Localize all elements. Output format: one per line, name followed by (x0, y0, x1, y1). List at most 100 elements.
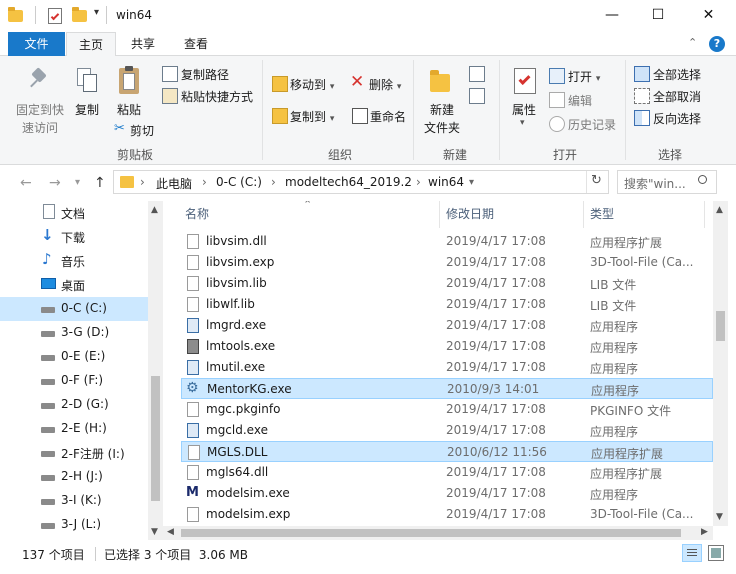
details-view-icon[interactable] (682, 544, 702, 562)
breadcrumb-modeltech[interactable]: modeltech64_2019.2 (285, 175, 412, 189)
scroll-up-icon[interactable]: ▲ (151, 205, 158, 215)
column-header-name[interactable]: 名称 (185, 201, 209, 228)
customize-quick-access-icon[interactable]: ▾ (94, 7, 99, 18)
copy-to-button[interactable]: 复制到 ▾ (290, 108, 334, 125)
scrollbar-thumb[interactable] (716, 311, 725, 341)
breadcrumb-this-pc[interactable]: 此电脑 (156, 175, 192, 192)
tab-home[interactable]: 主页 (66, 32, 116, 57)
tab-view[interactable]: 查看 (170, 32, 222, 56)
scroll-down-icon[interactable]: ▼ (151, 527, 158, 537)
collapse-ribbon-icon[interactable]: ⌃ (688, 36, 697, 49)
nav-item-drive-d[interactable]: 3-G (D:) (0, 321, 150, 345)
easy-access-icon[interactable] (469, 88, 485, 104)
file-row[interactable]: M modelsim.exe 2019/4/17 17:08 应用程序 (181, 483, 713, 504)
column-separator[interactable] (704, 201, 705, 228)
new-folder-quick-icon[interactable] (72, 7, 87, 22)
minimize-button[interactable]: — (589, 0, 635, 32)
scroll-left-icon[interactable]: ◀ (167, 527, 174, 537)
column-separator[interactable] (583, 201, 584, 228)
search-box[interactable]: 搜索"win... (617, 170, 717, 194)
column-header-date[interactable]: 修改日期 (446, 201, 494, 228)
file-row[interactable]: libvsim.dll 2019/4/17 17:08 应用程序扩展 (181, 231, 713, 252)
file-row[interactable]: modelsim.exp 2019/4/17 17:08 3D-Tool-Fil… (181, 504, 713, 525)
nav-item-drive-j[interactable]: 2-H (J:) (0, 465, 150, 489)
properties-quick-icon[interactable] (48, 8, 62, 24)
nav-item-documents[interactable]: 文档 (0, 201, 150, 225)
column-header-type[interactable]: 类型 (590, 201, 614, 228)
breadcrumb-separator[interactable]: › (140, 175, 145, 189)
tab-share[interactable]: 共享 (118, 32, 168, 56)
file-list-horizontal-scrollbar[interactable]: ◀ ▶ (163, 526, 713, 540)
nav-item-desktop[interactable]: 桌面 (0, 273, 150, 297)
properties-button[interactable]: 属性 (512, 101, 536, 118)
search-input[interactable]: 搜索"win... (624, 175, 686, 192)
nav-item-drive-k[interactable]: 3-I (K:) (0, 489, 150, 513)
help-icon[interactable]: ? (709, 36, 725, 52)
search-icon[interactable] (698, 175, 707, 184)
select-all-button[interactable]: 全部选择 (653, 66, 701, 83)
file-row[interactable]: ⚙ MentorKG.exe 2010/9/3 14:01 应用程序 (181, 378, 713, 399)
breadcrumb-win64[interactable]: win64 (428, 175, 464, 189)
nav-item-drive-f[interactable]: 0-F (F:) (0, 369, 150, 393)
file-name: MGLS.DLL (207, 445, 268, 459)
tab-file[interactable]: 文件 (8, 32, 65, 56)
file-row[interactable]: mgcld.exe 2019/4/17 17:08 应用程序 (181, 420, 713, 441)
dropdown-arrow-icon[interactable]: ▾ (520, 118, 525, 128)
edit-button[interactable]: 编辑 (568, 92, 592, 109)
history-button[interactable]: 历史记录 (568, 116, 616, 133)
scrollbar-thumb[interactable] (181, 529, 681, 537)
recent-locations-icon[interactable]: ▾ (75, 177, 80, 188)
paste-shortcut-button[interactable]: 粘贴快捷方式 (181, 88, 253, 105)
select-none-button[interactable]: 全部取消 (653, 88, 701, 105)
column-separator[interactable] (439, 201, 440, 228)
file-row[interactable]: libwlf.lib 2019/4/17 17:08 LIB 文件 (181, 294, 713, 315)
file-list-vertical-scrollbar[interactable]: ▲ ▼ (713, 201, 728, 526)
breadcrumb-separator[interactable]: › (416, 175, 421, 189)
nav-item-downloads[interactable]: ↓ 下载 (0, 225, 150, 249)
move-to-button[interactable]: 移动到 ▾ (290, 76, 334, 93)
breadcrumb-drive-c[interactable]: 0-C (C:) (216, 175, 262, 189)
nav-item-drive-e[interactable]: 0-E (E:) (0, 345, 150, 369)
file-row[interactable]: mgls64.dll 2019/4/17 17:08 应用程序扩展 (181, 462, 713, 483)
scrollbar-thumb[interactable] (151, 376, 160, 501)
file-row[interactable]: MGLS.DLL 2010/6/12 11:56 应用程序扩展 (181, 441, 713, 462)
file-row[interactable]: libvsim.exp 2019/4/17 17:08 3D-Tool-File… (181, 252, 713, 273)
paste-button[interactable]: 粘贴 (117, 101, 141, 118)
invert-selection-button[interactable]: 反向选择 (653, 110, 701, 127)
forward-icon[interactable]: → (49, 175, 61, 191)
large-icons-view-icon[interactable] (708, 545, 724, 561)
scroll-right-icon[interactable]: ▶ (701, 527, 708, 537)
nav-item-drive-c[interactable]: 0-C (C:) (0, 297, 150, 321)
address-history-icon[interactable]: ▾ (469, 177, 474, 188)
copy-button[interactable]: 复制 (75, 101, 99, 118)
file-row[interactable]: lmutil.exe 2019/4/17 17:08 应用程序 (181, 357, 713, 378)
maximize-button[interactable]: ☐ (635, 0, 681, 32)
new-item-icon[interactable] (469, 66, 485, 82)
breadcrumb-separator[interactable]: › (202, 175, 207, 189)
file-row[interactable]: mgc.pkginfo 2019/4/17 17:08 PKGINFO 文件 (181, 399, 713, 420)
nav-item-music[interactable]: ♪ 音乐 (0, 249, 150, 273)
file-row[interactable]: lmgrd.exe 2019/4/17 17:08 应用程序 (181, 315, 713, 336)
cut-button[interactable]: 剪切 (130, 122, 154, 139)
address-bar[interactable]: › 此电脑 › 0-C (C:) › modeltech64_2019.2 › … (113, 170, 609, 194)
delete-button[interactable]: 删除 ▾ (369, 76, 401, 93)
copy-path-button[interactable]: 复制路径 (181, 66, 229, 83)
nav-item-drive-g[interactable]: 2-D (G:) (0, 393, 150, 417)
refresh-icon[interactable]: ↻ (591, 173, 602, 188)
pin-quick-access-button[interactable]: 固定到快 速访问 (12, 101, 68, 137)
rename-button[interactable]: 重命名 (370, 108, 406, 125)
close-button[interactable]: ✕ (681, 0, 736, 32)
scroll-down-icon[interactable]: ▼ (716, 512, 723, 522)
scroll-up-icon[interactable]: ▲ (716, 205, 723, 215)
file-row[interactable]: lmtools.exe 2019/4/17 17:08 应用程序 (181, 336, 713, 357)
breadcrumb-separator[interactable]: › (271, 175, 276, 189)
back-icon[interactable]: ← (20, 175, 32, 191)
new-folder-button[interactable]: 新建 文件夹 (422, 101, 462, 137)
nav-pane-scrollbar[interactable]: ▲ ▼ (148, 201, 163, 540)
file-row[interactable]: libvsim.lib 2019/4/17 17:08 LIB 文件 (181, 273, 713, 294)
open-button[interactable]: 打开 ▾ (568, 68, 600, 85)
nav-item-drive-l[interactable]: 3-J (L:) (0, 513, 150, 537)
nav-item-drive-h[interactable]: 2-E (H:) (0, 417, 150, 441)
nav-item-drive-i[interactable]: 2-F注册 (I:) (0, 441, 150, 465)
up-icon[interactable]: ↑ (94, 175, 106, 191)
